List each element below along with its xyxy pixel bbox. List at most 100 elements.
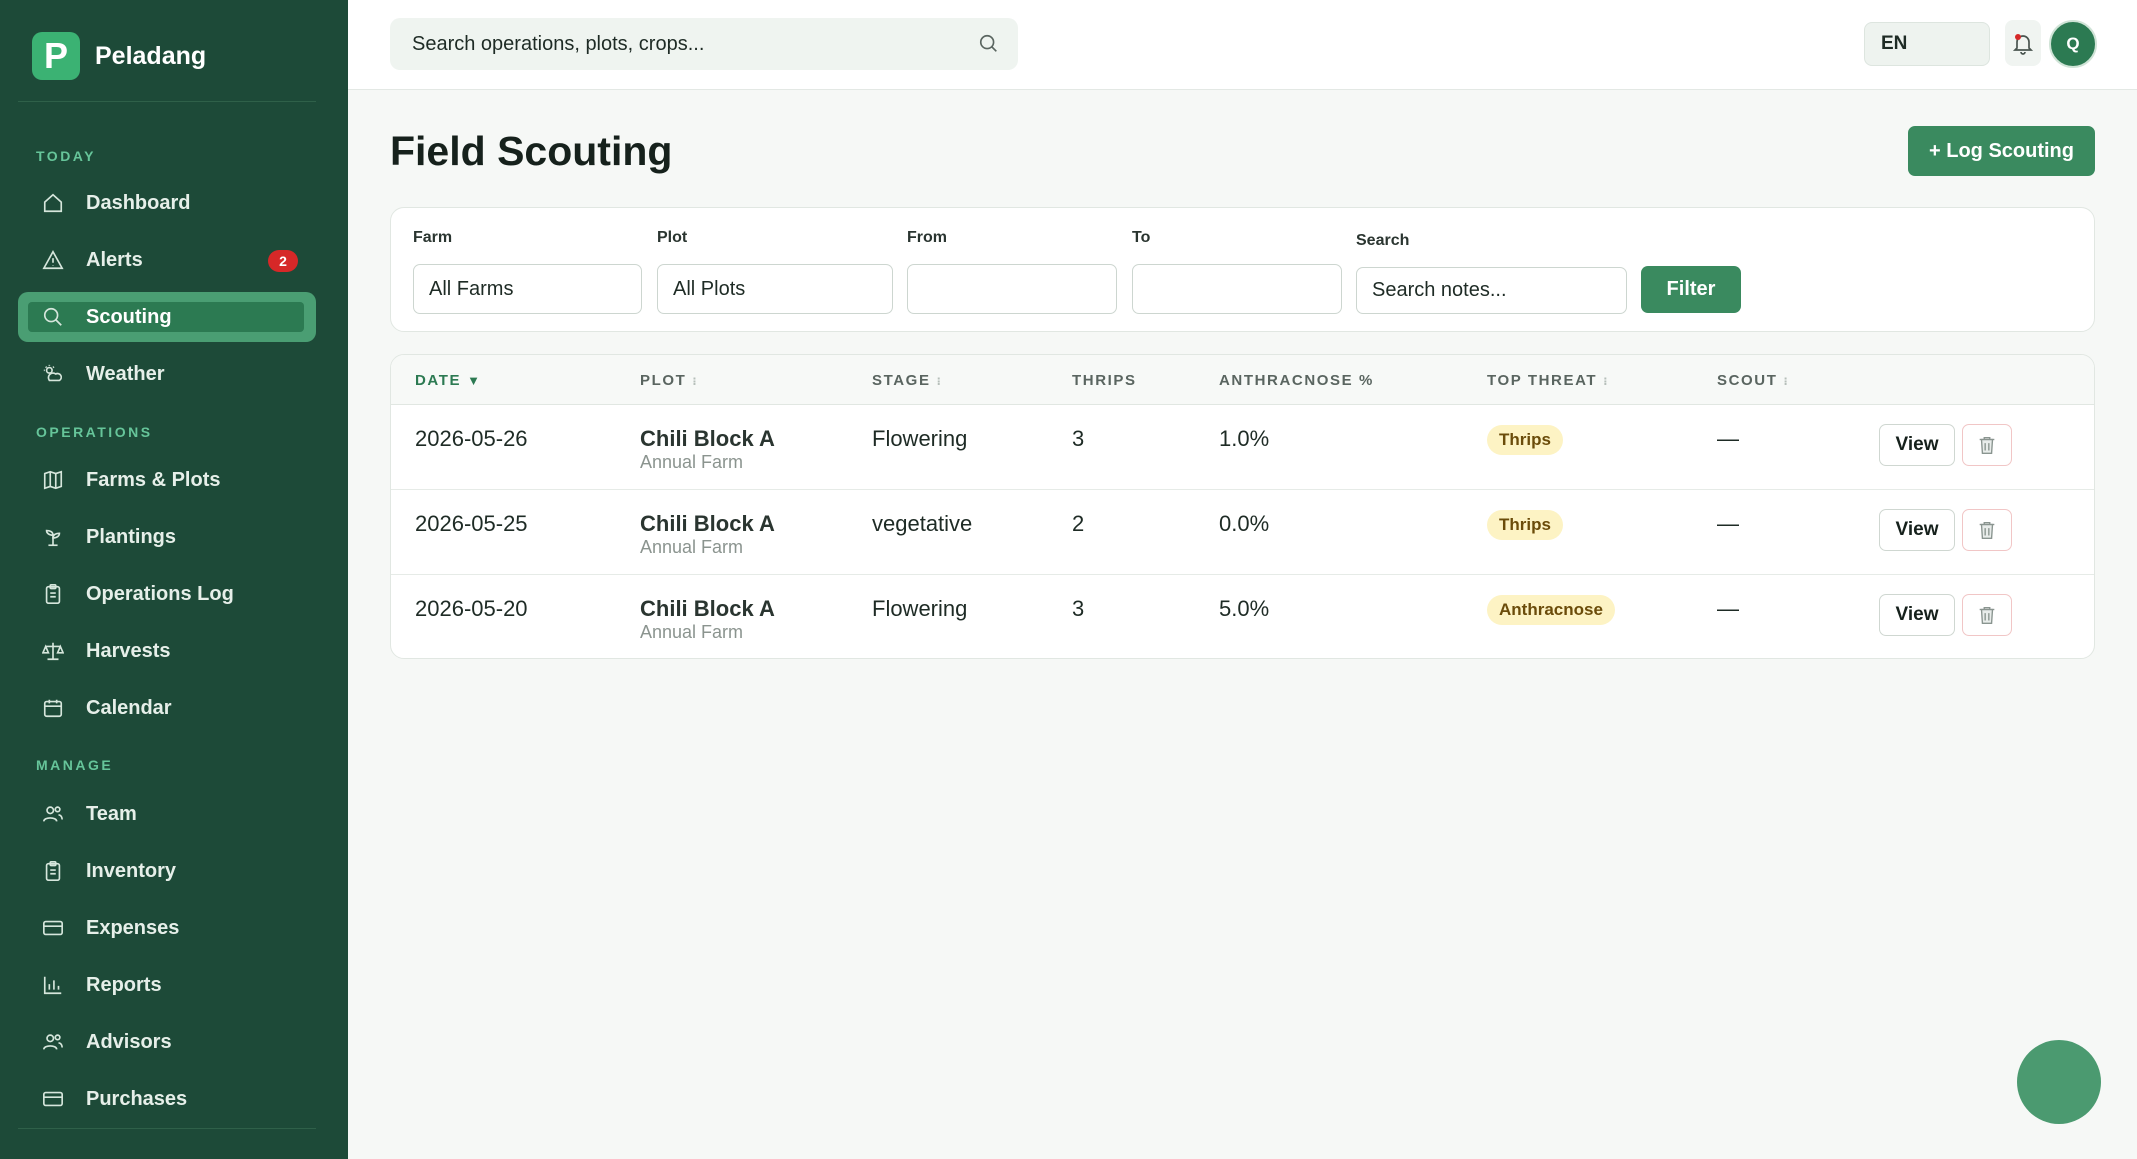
farm-select[interactable]: All Farms: [413, 264, 642, 314]
plot-name: Chili Block A: [640, 511, 775, 536]
map-icon: [40, 467, 66, 493]
view-button[interactable]: View: [1879, 509, 1955, 551]
plot-name: Chili Block A: [640, 596, 775, 621]
notification-dot: [2015, 34, 2021, 40]
bell-icon: [2012, 35, 2034, 55]
column-header-date[interactable]: DATE ▼: [415, 372, 480, 389]
anthracnose-cell: 5.0%: [1219, 596, 1270, 621]
brand-name: Peladang: [95, 41, 207, 70]
trash-icon: [1979, 521, 1995, 539]
sidebar-item-alerts[interactable]: Alerts 2: [18, 235, 316, 285]
filter-button[interactable]: Filter: [1641, 266, 1741, 313]
sidebar-item-expenses[interactable]: Expenses: [18, 903, 316, 953]
delete-button[interactable]: [1962, 594, 2012, 636]
filters-panel: Farm All Farms Plot All Plots From To Se…: [390, 207, 2095, 332]
search-icon[interactable]: [978, 33, 1000, 55]
scout-cell: —: [1717, 511, 1739, 536]
from-label: From: [907, 229, 947, 246]
view-button[interactable]: View: [1879, 424, 1955, 466]
sort-icon: ⁝: [936, 376, 941, 388]
threat-badge: Anthracnose: [1487, 595, 1615, 625]
column-header-stage[interactable]: STAGE ⁝: [872, 372, 941, 389]
user-avatar[interactable]: Q: [2049, 20, 2097, 68]
sidebar-item-label: Alerts: [86, 248, 143, 271]
section-label-today: TODAY: [36, 148, 96, 164]
page-title: Field Scouting: [390, 128, 673, 174]
plot-farm: Annual Farm: [640, 622, 744, 642]
sidebar-item-purchases[interactable]: Purchases: [18, 1074, 316, 1124]
calendar-icon: [40, 695, 66, 721]
plot-farm: Annual Farm: [640, 452, 744, 472]
to-date-input[interactable]: [1132, 264, 1342, 314]
column-header-scout[interactable]: SCOUT ⁝: [1717, 372, 1788, 389]
sidebar-item-dashboard[interactable]: Dashboard: [18, 178, 316, 228]
sidebar-item-label: Farms & Plots: [86, 468, 221, 491]
date-cell: 2026-05-20: [415, 596, 528, 621]
farm-label: Farm: [413, 229, 453, 246]
sidebar-item-inventory[interactable]: Inventory: [18, 846, 316, 896]
stage-cell: vegetative: [872, 511, 973, 536]
sidebar-item-operations-log[interactable]: Operations Log: [18, 569, 316, 619]
threat-badge: Thrips: [1487, 510, 1563, 540]
sidebar-item-harvests[interactable]: Harvests: [18, 626, 316, 676]
view-button[interactable]: View: [1879, 594, 1955, 636]
delete-button[interactable]: [1962, 424, 2012, 466]
table-header: DATE ▼ PLOT ⁝ STAGE ⁝ THRIPS ANTHRACNOSE % …: [391, 355, 2094, 405]
search-placeholder: Search operations, plots, crops...: [412, 32, 705, 55]
users-icon: [40, 801, 66, 827]
sidebar-item-calendar[interactable]: Calendar: [18, 683, 316, 733]
date-cell: 2026-05-25: [415, 511, 528, 536]
search-icon: [40, 304, 66, 330]
sidebar-item-team[interactable]: Team: [18, 789, 316, 839]
plot-name: Chili Block A: [640, 426, 775, 451]
sort-icon: ⁝: [1783, 376, 1788, 388]
sprout-icon: [40, 524, 66, 550]
trash-icon: [1979, 436, 1995, 454]
global-search-input[interactable]: Search operations, plots, crops...: [390, 18, 1018, 70]
sidebar-item-label: Team: [86, 802, 137, 825]
column-header-thrips: THRIPS: [1072, 372, 1137, 389]
table-row[interactable]: 2026-05-25 Chili Block A Annual Farm veg…: [391, 491, 2094, 575]
table-row[interactable]: 2026-05-20 Chili Block A Annual Farm Flo…: [391, 576, 2094, 658]
brand-logo: P: [32, 32, 80, 80]
notifications-button[interactable]: [2005, 20, 2041, 66]
alerts-count-badge: 2: [268, 250, 298, 272]
sidebar-item-farms-plots[interactable]: Farms & Plots: [18, 455, 316, 505]
plot-label: Plot: [657, 229, 688, 246]
thrips-cell: 2: [1072, 511, 1085, 536]
language-select[interactable]: EN: [1864, 22, 1990, 66]
sidebar-item-label: Plantings: [86, 525, 177, 548]
notes-search-input[interactable]: Search notes...: [1356, 267, 1627, 314]
home-icon: [40, 190, 66, 216]
search-label: Search: [1356, 232, 1410, 249]
column-header-plot[interactable]: PLOT ⁝: [640, 372, 697, 389]
weather-icon: [40, 361, 66, 387]
sidebar-item-weather[interactable]: Weather: [18, 349, 316, 399]
table-row[interactable]: 2026-05-26 Chili Block A Annual Farm Flo…: [391, 406, 2094, 490]
clipboard-icon: [40, 858, 66, 884]
column-header-anthracnose: ANTHRACNOSE %: [1219, 372, 1374, 389]
card-icon: [40, 915, 66, 941]
card-icon: [40, 1086, 66, 1112]
divider: [18, 101, 316, 102]
trash-icon: [1979, 606, 1995, 624]
delete-button[interactable]: [1962, 509, 2012, 551]
sidebar-item-label: Weather: [86, 362, 165, 385]
column-header-top-threat[interactable]: TOP THREAT ⁝: [1487, 372, 1607, 389]
sidebar-item-reports[interactable]: Reports: [18, 960, 316, 1010]
clipboard-icon: [40, 581, 66, 607]
sidebar-item-plantings[interactable]: Plantings: [18, 512, 316, 562]
divider: [18, 1128, 316, 1129]
date-cell: 2026-05-26: [415, 426, 528, 451]
warning-icon: [40, 247, 66, 273]
topbar: Search operations, plots, crops... EN Q: [348, 0, 2137, 90]
sidebar-item-advisors[interactable]: Advisors: [18, 1017, 316, 1067]
scout-cell: —: [1717, 426, 1739, 451]
sidebar-item-label: Operations Log: [86, 582, 234, 605]
log-scouting-button[interactable]: + Log Scouting: [1908, 126, 2095, 176]
sidebar-item-scouting[interactable]: Scouting: [18, 292, 316, 342]
floating-action-button[interactable]: [2017, 1040, 2101, 1124]
plot-select[interactable]: All Plots: [657, 264, 893, 314]
brand[interactable]: P Peladang: [32, 32, 206, 80]
from-date-input[interactable]: [907, 264, 1117, 314]
